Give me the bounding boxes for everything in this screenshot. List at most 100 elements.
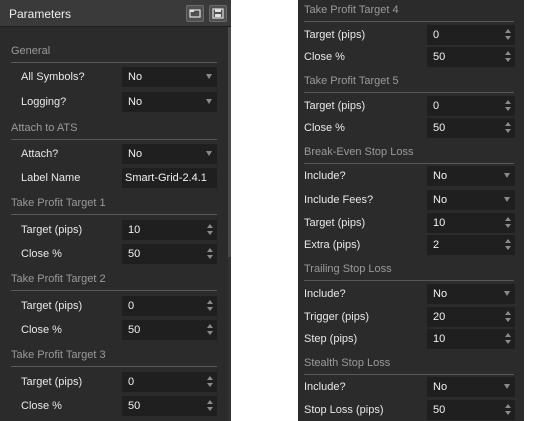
stepper-up-icon[interactable] xyxy=(207,248,213,252)
param-tp2-close: Close % 50 xyxy=(0,320,231,340)
stepper-up-icon[interactable] xyxy=(207,324,213,328)
be-target-stepper[interactable]: 10 xyxy=(427,213,515,233)
param-label: Target (pips) xyxy=(304,217,366,229)
select-value: No xyxy=(433,288,448,300)
stepper-value: 50 xyxy=(128,248,141,260)
param-tp1-close: Close % 50 xyxy=(0,244,231,264)
tp1-target-stepper[interactable]: 10 xyxy=(122,220,217,240)
scrollbar-thumb[interactable] xyxy=(228,27,231,257)
stepper-down-icon[interactable] xyxy=(505,107,511,111)
tp2-close-stepper[interactable]: 50 xyxy=(122,320,217,340)
chevron-down-icon xyxy=(504,384,510,389)
stepper-down-icon[interactable] xyxy=(207,383,213,387)
tp5-target-stepper[interactable]: 0 xyxy=(427,96,515,116)
ts-include-select[interactable]: No xyxy=(427,284,515,304)
stepper-up-icon[interactable] xyxy=(505,404,511,408)
param-tp4-close: Close % 50 xyxy=(298,47,524,67)
stepper-up-icon[interactable] xyxy=(505,239,511,243)
param-label: Target (pips) xyxy=(21,300,83,312)
section-attach: Attach to ATS xyxy=(11,120,217,140)
stepper-down-icon[interactable] xyxy=(207,331,213,335)
param-label: Label Name xyxy=(21,172,81,184)
stepper-down-icon[interactable] xyxy=(505,58,511,62)
tp2-target-stepper[interactable]: 0 xyxy=(122,296,217,316)
stepper-up-icon[interactable] xyxy=(207,400,213,404)
ss-include-select[interactable]: No xyxy=(427,377,515,397)
label-name-input[interactable]: Smart-Grid-2.4.1 xyxy=(122,168,217,188)
stepper-value: 20 xyxy=(433,311,446,323)
stepper-value: 2 xyxy=(433,239,440,251)
all-symbols-select[interactable]: No xyxy=(122,67,217,87)
load-parameters-button[interactable] xyxy=(186,5,204,22)
chevron-down-icon xyxy=(206,99,212,104)
stepper-value: 0 xyxy=(433,29,440,41)
stepper-up-icon[interactable] xyxy=(505,122,511,126)
stepper-down-icon[interactable] xyxy=(505,36,511,40)
param-tp5-close: Close % 50 xyxy=(298,118,524,138)
be-extra-stepper[interactable]: 2 xyxy=(427,235,515,255)
param-logging: Logging? No xyxy=(0,92,231,112)
stepper-up-icon[interactable] xyxy=(505,100,511,104)
section-take-profit-1: Take Profit Target 1 xyxy=(11,195,217,215)
ts-step-stepper[interactable]: 10 xyxy=(427,329,515,349)
param-label: Attach? xyxy=(21,148,59,160)
stepper-value: 0 xyxy=(128,300,135,312)
stepper-up-icon[interactable] xyxy=(207,376,213,380)
section-general: General xyxy=(11,43,217,63)
scrollbar[interactable] xyxy=(228,27,231,421)
stepper-down-icon[interactable] xyxy=(207,255,213,259)
stepper-down-icon[interactable] xyxy=(505,411,511,415)
stepper-down-icon[interactable] xyxy=(505,129,511,133)
param-ts-step: Step (pips) 10 xyxy=(298,329,524,349)
attach-select[interactable]: No xyxy=(122,144,217,164)
param-label: Include Fees? xyxy=(304,194,374,206)
stepper-down-icon[interactable] xyxy=(505,246,511,250)
stepper-down-icon[interactable] xyxy=(505,224,511,228)
stepper-up-icon[interactable] xyxy=(505,311,511,315)
param-label: Trigger (pips) xyxy=(304,311,369,323)
be-include-select[interactable]: No xyxy=(427,166,515,186)
stepper-up-icon[interactable] xyxy=(207,300,213,304)
param-ts-trigger: Trigger (pips) 20 xyxy=(298,307,524,327)
section-break-even: Break-Even Stop Loss xyxy=(304,144,514,164)
parameters-panel-right: Take Profit Target 4 Target (pips) 0 Clo… xyxy=(298,0,524,421)
be-include-fees-select[interactable]: No xyxy=(427,190,515,210)
tp5-close-stepper[interactable]: 50 xyxy=(427,118,515,138)
chevron-down-icon xyxy=(206,74,212,79)
logging-select[interactable]: No xyxy=(122,92,217,112)
param-label: Close % xyxy=(304,122,345,134)
stepper-up-icon[interactable] xyxy=(207,224,213,228)
stepper-value: 10 xyxy=(433,333,446,345)
tp4-close-stepper[interactable]: 50 xyxy=(427,47,515,67)
select-value: No xyxy=(433,170,448,182)
parameters-titlebar: Parameters xyxy=(0,0,231,27)
param-label: Target (pips) xyxy=(304,29,366,41)
param-tp5-target: Target (pips) 0 xyxy=(298,96,524,116)
stepper-up-icon[interactable] xyxy=(505,333,511,337)
stepper-up-icon[interactable] xyxy=(505,29,511,33)
chevron-down-icon xyxy=(206,151,212,156)
stepper-down-icon[interactable] xyxy=(505,340,511,344)
ts-trigger-stepper[interactable]: 20 xyxy=(427,307,515,327)
stepper-up-icon[interactable] xyxy=(505,51,511,55)
save-icon xyxy=(210,8,226,19)
stepper-down-icon[interactable] xyxy=(207,307,213,311)
tp3-close-stepper[interactable]: 50 xyxy=(122,396,217,416)
section-take-profit-2: Take Profit Target 2 xyxy=(11,271,217,291)
tp1-close-stepper[interactable]: 50 xyxy=(122,244,217,264)
tp3-target-stepper[interactable]: 0 xyxy=(122,372,217,392)
param-label: Close % xyxy=(21,324,62,336)
ss-stop-loss-stepper[interactable]: 50 xyxy=(427,400,515,420)
stepper-down-icon[interactable] xyxy=(505,318,511,322)
param-tp1-target: Target (pips) 10 xyxy=(0,220,231,240)
stepper-down-icon[interactable] xyxy=(207,407,213,411)
section-take-profit-3: Take Profit Target 3 xyxy=(11,347,217,367)
param-label: Target (pips) xyxy=(21,224,83,236)
stepper-up-icon[interactable] xyxy=(505,217,511,221)
save-parameters-button[interactable] xyxy=(209,5,227,22)
param-label: Close % xyxy=(21,400,62,412)
section-take-profit-5: Take Profit Target 5 xyxy=(304,73,514,93)
stepper-value: 0 xyxy=(433,100,440,112)
stepper-down-icon[interactable] xyxy=(207,231,213,235)
tp4-target-stepper[interactable]: 0 xyxy=(427,25,515,45)
